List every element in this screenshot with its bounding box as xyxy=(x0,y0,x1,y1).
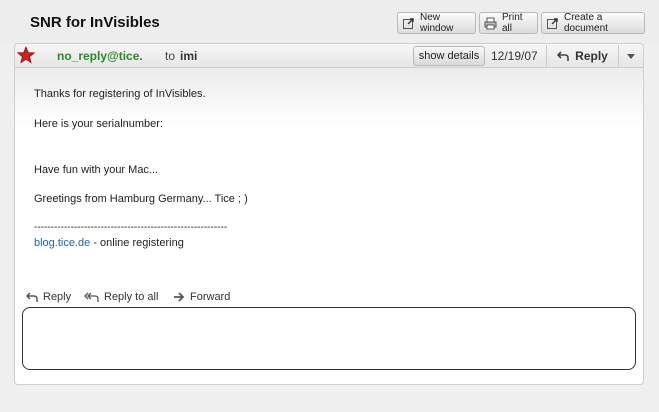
printer-icon xyxy=(484,17,497,30)
conversation-header: SNR for InVisibles New window Print all … xyxy=(0,0,659,44)
create-document-label: Create a document xyxy=(564,12,608,34)
reply-all-icon xyxy=(84,292,99,303)
forward-icon xyxy=(173,292,185,302)
reply-icon xyxy=(26,291,38,303)
message-date: 12/19/07 xyxy=(491,49,538,63)
sender-name[interactable]: no_reply@tice. xyxy=(57,49,143,63)
create-document-button[interactable]: Create a document xyxy=(541,12,645,34)
blog-link[interactable]: blog.tice.de xyxy=(34,237,90,249)
body-line-greetings: Greetings from Hamburg Germany... Tice ;… xyxy=(34,193,248,205)
print-all-label: Print all xyxy=(502,12,523,34)
reply-arrow-icon xyxy=(557,50,569,62)
create-document-icon xyxy=(546,17,559,30)
body-line-thanks: Thanks for registering of InVisibles. xyxy=(34,88,206,100)
forward-action-label: Forward xyxy=(190,291,231,303)
subject-title: SNR for InVisibles xyxy=(30,14,160,31)
reply-action[interactable]: Reply xyxy=(26,291,71,303)
recipient-label: to xyxy=(165,49,176,63)
show-details-button[interactable]: show details xyxy=(413,46,485,66)
reply-all-action[interactable]: Reply to all xyxy=(84,291,158,303)
recipient-name: imi xyxy=(180,49,198,63)
new-window-button[interactable]: New window xyxy=(397,12,476,34)
reply-all-action-label: Reply to all xyxy=(104,291,159,303)
print-all-button[interactable]: Print all xyxy=(479,12,538,34)
quick-reply-box[interactable] xyxy=(22,307,636,370)
forward-action[interactable]: Forward xyxy=(173,291,230,303)
body-separator: ----------------------------------------… xyxy=(34,222,228,233)
body-line-fun: Have fun with your Mac... xyxy=(34,164,159,176)
body-line-serial: Here is your serialnumber: xyxy=(34,118,163,130)
reply-button[interactable]: Reply xyxy=(546,45,618,67)
new-window-label: New window xyxy=(420,12,454,34)
body-link-line: blog.tice.de - online registering xyxy=(34,237,184,249)
chevron-down-icon xyxy=(627,53,635,59)
more-options-button[interactable] xyxy=(618,45,643,67)
new-window-icon xyxy=(402,17,415,30)
star-icon[interactable] xyxy=(16,45,36,64)
reply-action-label: Reply xyxy=(43,291,72,303)
link-suffix: - online registering xyxy=(90,237,184,249)
reply-button-label: Reply xyxy=(575,49,608,63)
